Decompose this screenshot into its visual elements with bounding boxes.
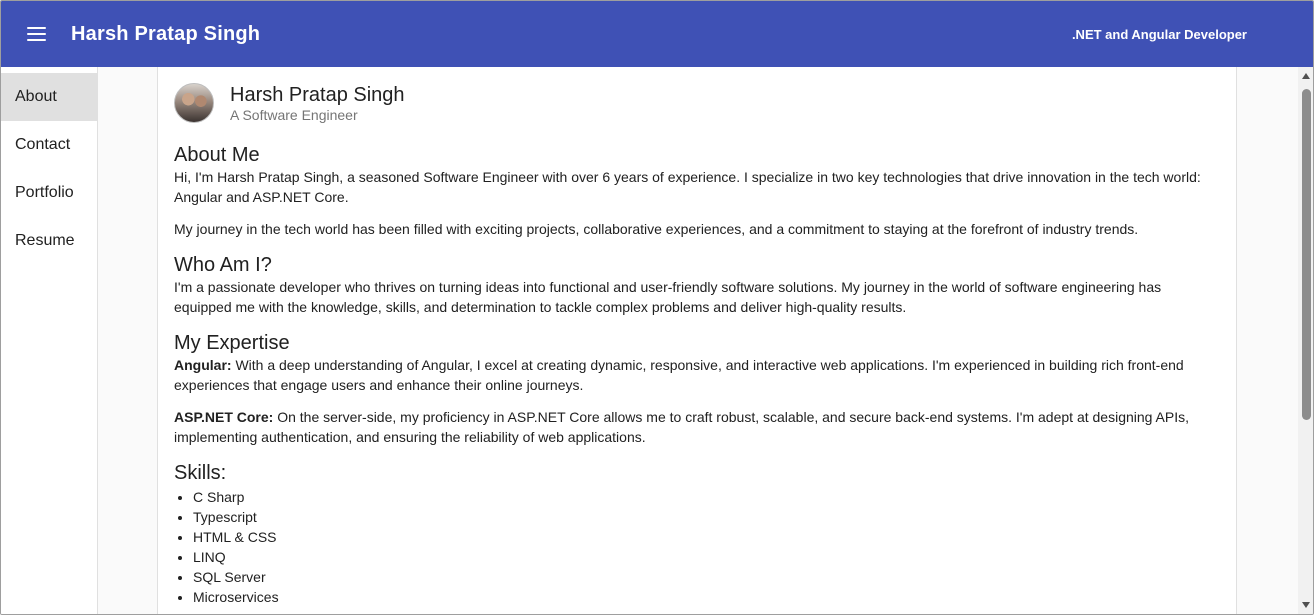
aspnet-text: On the server-side, my proficiency in AS… [174, 409, 1190, 445]
sidebar-item-portfolio[interactable]: Portfolio [1, 169, 97, 217]
scroll-up-arrow-icon[interactable] [1302, 73, 1310, 79]
skills-list: C Sharp Typescript HTML & CSS LINQ SQL S… [174, 487, 1220, 607]
list-item: SQL Server [193, 567, 1220, 587]
app-window: Harsh Pratap Singh .NET and Angular Deve… [0, 0, 1314, 615]
whoami-heading: Who Am I? [174, 254, 272, 276]
card-header-text: Harsh Pratap Singh A Software Engineer [230, 83, 405, 123]
aspnet-label: ASP.NET Core: [174, 409, 274, 425]
profile-subtitle: A Software Engineer [230, 107, 358, 123]
profile-card: Harsh Pratap Singh A Software Engineer A… [157, 67, 1237, 614]
list-item: LINQ [193, 547, 1220, 567]
angular-text: With a deep understanding of Angular, I … [174, 357, 1184, 393]
scroll-down-arrow-icon[interactable] [1302, 602, 1310, 608]
expertise-angular: Angular: With a deep understanding of An… [174, 355, 1220, 395]
list-item: Typescript [193, 507, 1220, 527]
expertise-heading: My Expertise [174, 332, 290, 354]
expertise-aspnet: ASP.NET Core: On the server-side, my pro… [174, 407, 1220, 447]
sidebar-item-about[interactable]: About [1, 73, 97, 121]
avatar [174, 83, 214, 123]
scroll-thumb[interactable] [1302, 89, 1311, 420]
toolbar-tagline: .NET and Angular Developer [1071, 26, 1247, 42]
skills-heading: Skills: [174, 462, 227, 484]
expertise-section: My Expertise Angular: With a deep unders… [174, 331, 1220, 447]
hamburger-menu-icon[interactable] [27, 22, 51, 46]
side-nav: About Contact Portfolio Resume [1, 67, 98, 614]
card-header: Harsh Pratap Singh A Software Engineer [174, 83, 1220, 123]
list-item: HTML & CSS [193, 527, 1220, 547]
about-paragraph-2: My journey in the tech world has been fi… [174, 221, 1139, 237]
sidebar-item-contact[interactable]: Contact [1, 121, 97, 169]
about-paragraph-1: Hi, I'm Harsh Pratap Singh, a seasoned S… [174, 169, 1201, 205]
about-section: About Me Hi, I'm Harsh Pratap Singh, a s… [174, 143, 1220, 239]
whoami-section: Who Am I? I'm a passionate developer who… [174, 253, 1220, 317]
skills-section: Skills: C Sharp Typescript HTML & CSS LI… [174, 461, 1220, 607]
top-toolbar: Harsh Pratap Singh .NET and Angular Deve… [1, 1, 1313, 67]
about-heading: About Me [174, 144, 260, 166]
list-item: C Sharp [193, 487, 1220, 507]
whoami-paragraph: I'm a passionate developer who thrives o… [174, 279, 1162, 315]
profile-name: Harsh Pratap Singh [230, 84, 405, 106]
main-content[interactable]: Harsh Pratap Singh A Software Engineer A… [98, 67, 1298, 614]
sidebar-item-resume[interactable]: Resume [1, 217, 97, 265]
app-title: Harsh Pratap Singh [71, 22, 261, 45]
list-item: Microservices [193, 587, 1220, 607]
vertical-scrollbar[interactable] [1298, 67, 1313, 614]
angular-label: Angular: [174, 357, 232, 373]
